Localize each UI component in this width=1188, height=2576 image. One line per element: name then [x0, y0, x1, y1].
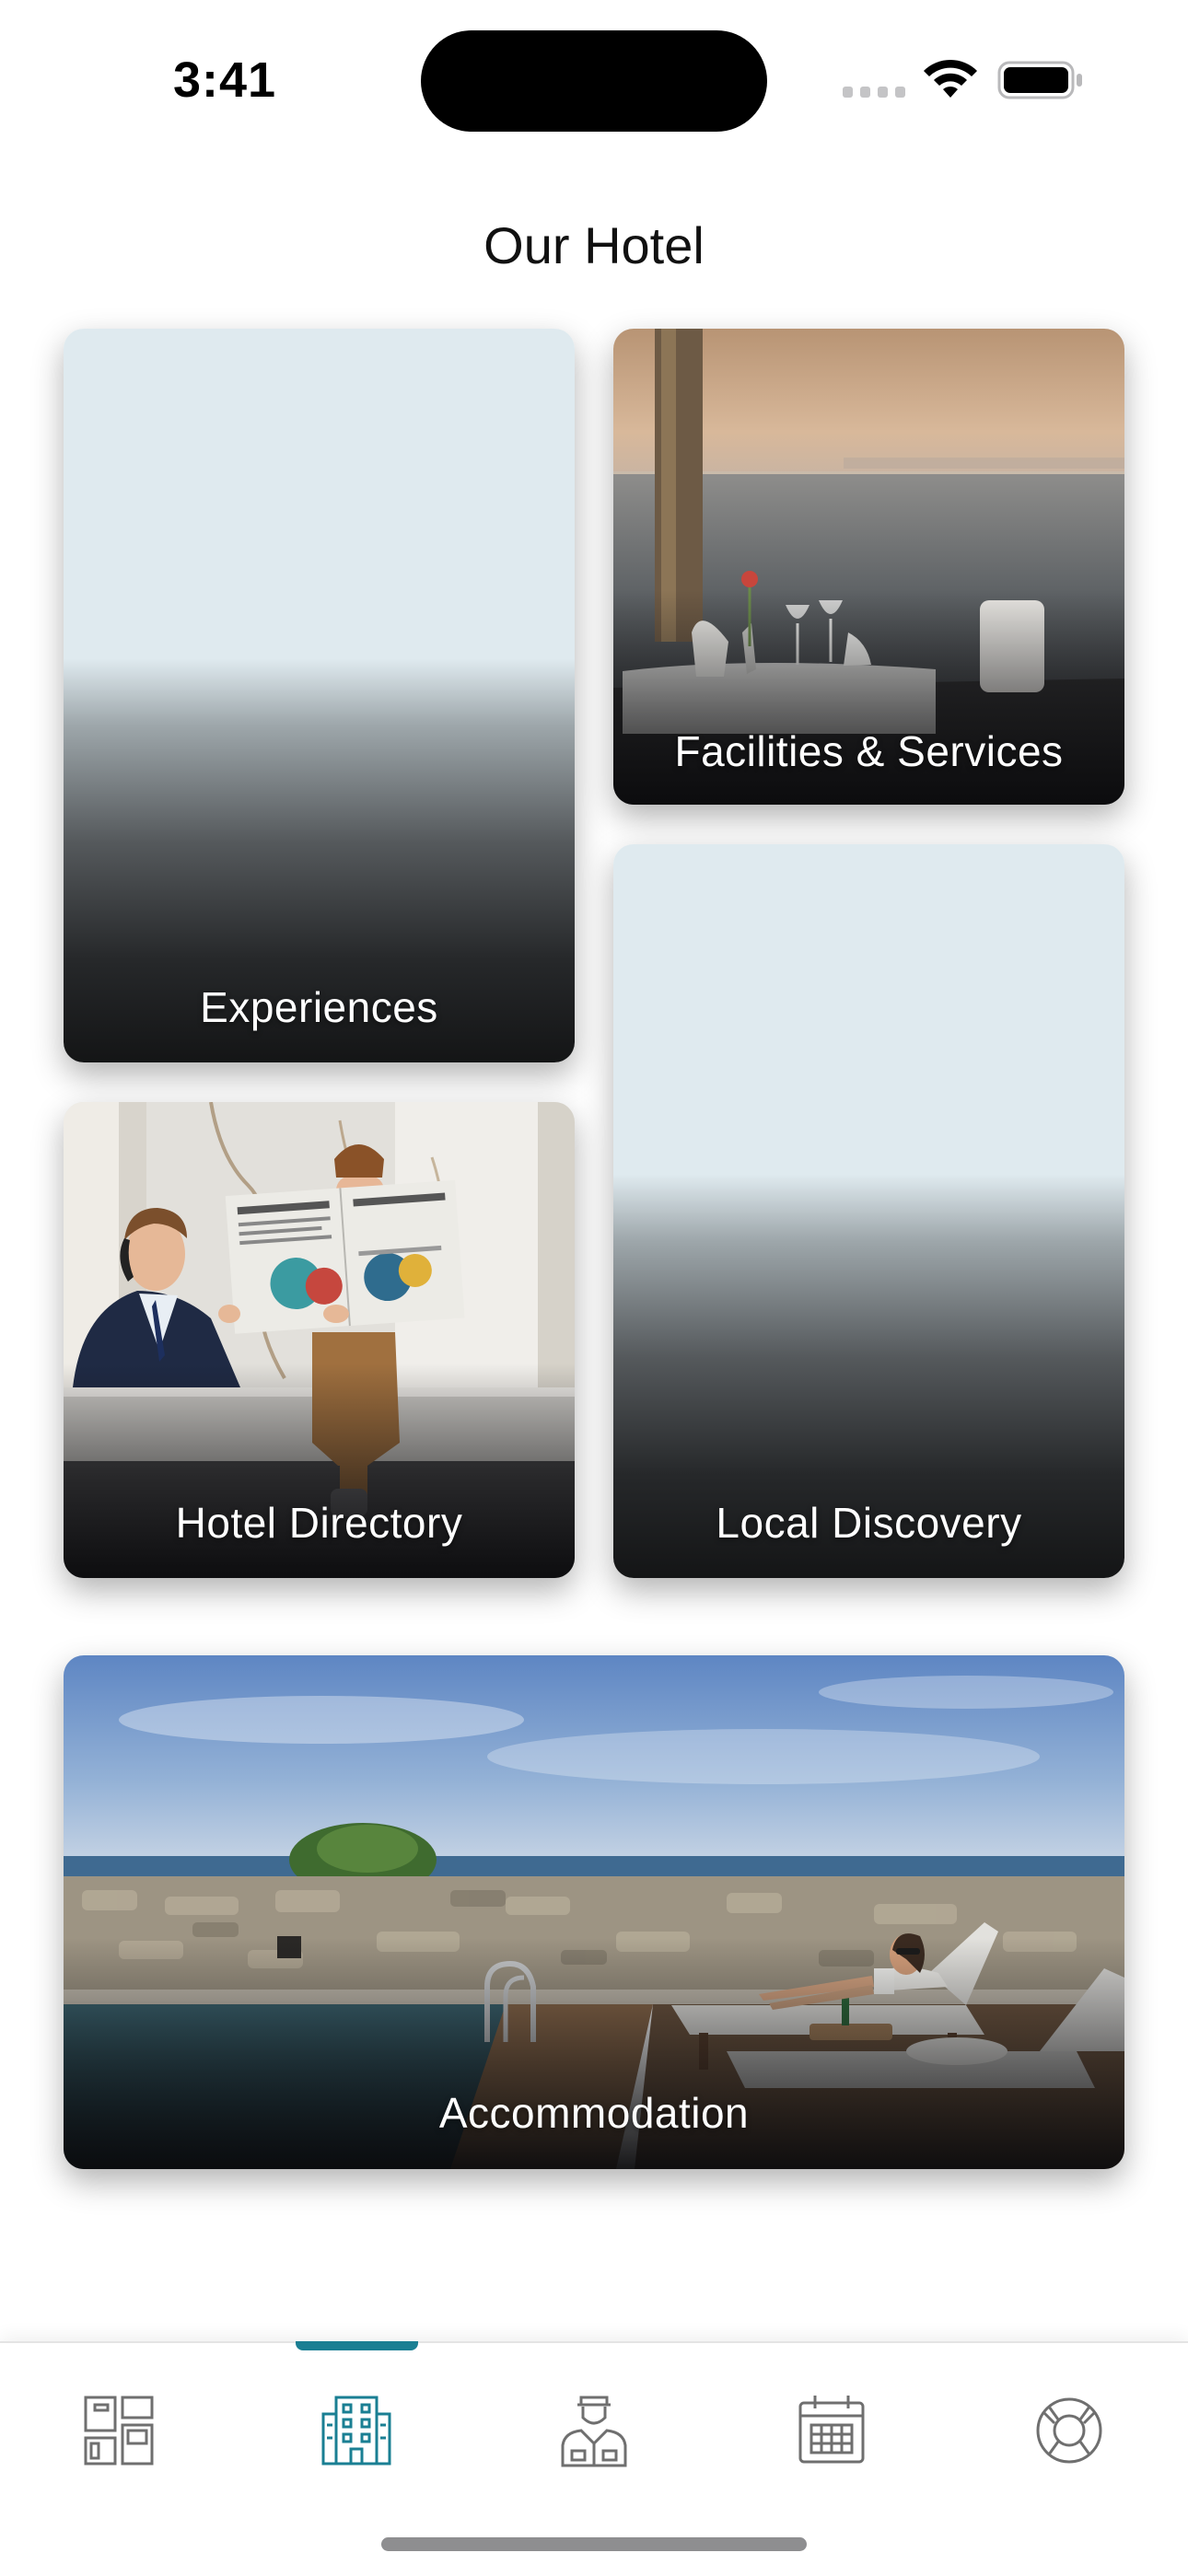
tab-calendar[interactable] [772, 2380, 891, 2481]
facilities-services-card[interactable]: Facilities & Services [613, 329, 1124, 805]
hotel-building-icon [321, 2396, 391, 2466]
local-discovery-card[interactable]: Local Discovery [613, 844, 1124, 1578]
cellular-signal-icon [843, 87, 905, 98]
calendar-icon [798, 2396, 865, 2464]
experiences-card-label: Experiences [200, 983, 438, 1031]
dynamic-island [421, 30, 767, 132]
tab-concierge[interactable] [534, 2380, 654, 2481]
experiences-card[interactable]: Experiences [64, 329, 575, 1062]
page-title: Our Hotel [483, 216, 705, 274]
wifi-icon [924, 59, 977, 98]
tab-help[interactable] [1009, 2380, 1129, 2481]
hotel-directory-card[interactable]: Hotel Directory [64, 1102, 575, 1578]
home-indicator [381, 2537, 807, 2551]
tab-dashboard[interactable] [59, 2380, 179, 2481]
lifebuoy-icon [1036, 2397, 1102, 2464]
local-discovery-card-label: Local Discovery [716, 1499, 1022, 1547]
facilities-services-card-label: Facilities & Services [674, 727, 1064, 775]
concierge-icon [561, 2396, 627, 2467]
accommodation-card[interactable]: Accommodation [64, 1655, 1124, 2169]
battery-icon [997, 61, 1082, 99]
accommodation-card-label: Accommodation [438, 2089, 750, 2137]
status-bar: 3:41 [0, 0, 1188, 157]
active-tab-indicator [296, 2341, 418, 2350]
hotel-directory-card-label: Hotel Directory [175, 1499, 463, 1547]
status-time: 3:41 [173, 52, 277, 108]
dashboard-icon [84, 2396, 154, 2466]
tab-hotel[interactable] [297, 2380, 416, 2481]
